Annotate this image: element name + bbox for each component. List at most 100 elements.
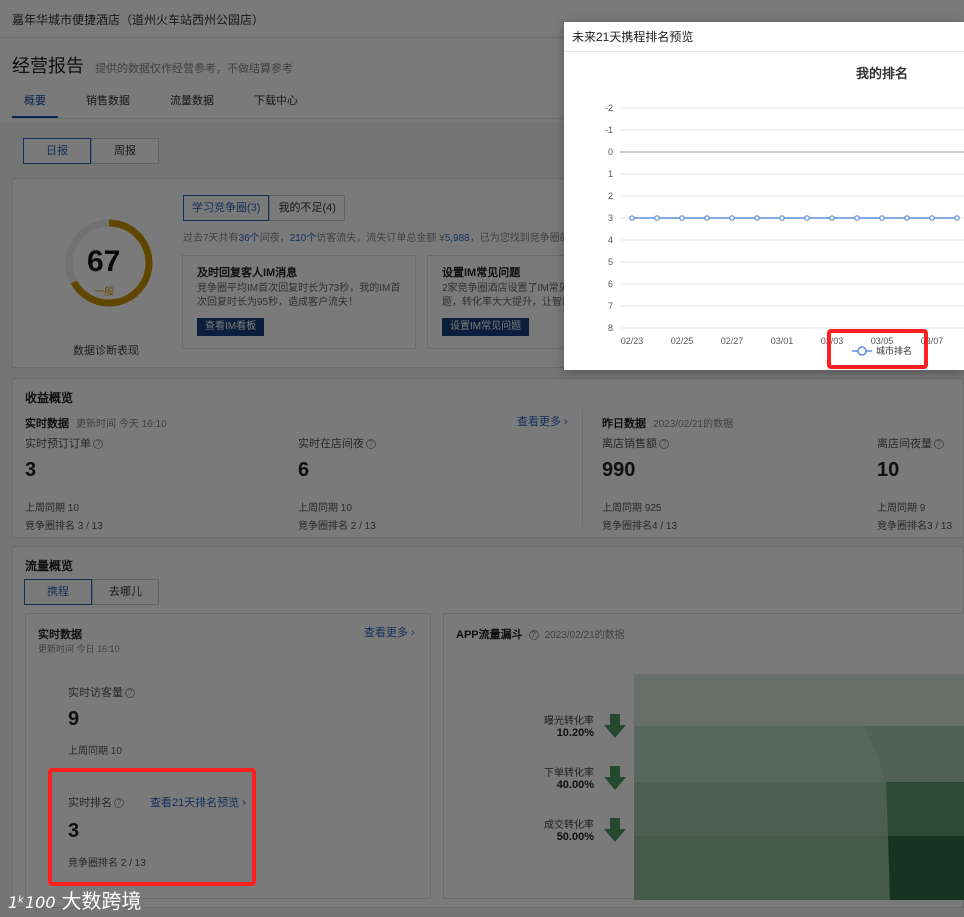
metric-prev: 上周同期 925 bbox=[602, 503, 662, 514]
revenue-see-more-link[interactable]: 查看更多 › bbox=[517, 413, 568, 429]
diagnosis-score-label: 一般 bbox=[94, 287, 114, 298]
metric-label-text: 实时预订订单 bbox=[25, 438, 91, 450]
rank-label: 竞争圈排名 bbox=[25, 521, 75, 532]
help-icon[interactable]: ? bbox=[659, 439, 669, 450]
data-point[interactable] bbox=[929, 215, 935, 221]
modal-title: 未来21天携程排名预览 bbox=[564, 22, 964, 52]
rank-highlight-box bbox=[48, 768, 256, 886]
arrow-down-icon bbox=[604, 714, 626, 738]
help-icon[interactable]: ? bbox=[366, 439, 376, 450]
source-qunar-button[interactable]: 去哪儿 bbox=[92, 579, 159, 605]
set-im-faq-button[interactable]: 设置IM常见问题 bbox=[442, 318, 530, 336]
diagnosis-score: 67 bbox=[87, 245, 121, 278]
metric-rank: 竞争圈排名3 / 13 bbox=[877, 517, 952, 532]
data-point[interactable] bbox=[829, 215, 835, 221]
traffic-see-more-link[interactable]: 查看更多 › bbox=[364, 624, 415, 640]
data-point[interactable] bbox=[654, 215, 660, 221]
data-point[interactable] bbox=[779, 215, 785, 221]
data-point[interactable] bbox=[629, 215, 635, 221]
diagnosis-summary: 过去7天共有36个间夜，210个访客流失，流失订单总金额 ¥5,988，已为您找… bbox=[183, 229, 610, 244]
chart-title: 我的排名 bbox=[856, 66, 908, 81]
help-icon[interactable]: ? bbox=[934, 439, 944, 450]
data-point[interactable] bbox=[954, 215, 960, 221]
arrow-down-icon bbox=[604, 818, 626, 842]
revenue-realtime-label: 实时数据 更新时间 今天 16:10 bbox=[25, 415, 167, 431]
watermark-text: 大数跨境 bbox=[61, 889, 142, 913]
tab-my-shortcomings[interactable]: 我的不足(4) bbox=[269, 195, 345, 221]
weekly-report-button[interactable]: 周报 bbox=[91, 138, 159, 164]
watermark: 1ᵏ100 大数跨境 bbox=[8, 885, 142, 914]
app-funnel-panel: APP流量漏斗? 2023/02/21的数据 曝光转化率 10.20% 下单转化率 4… bbox=[443, 613, 964, 900]
rank-value: 3 / 13 bbox=[77, 521, 103, 532]
revenue-overview-card: 收益概览 实时数据 更新时间 今天 16:10 查看更多 › 昨日数据 2023… bbox=[12, 378, 964, 538]
funnel-date: 2023/02/21的数据 bbox=[544, 630, 625, 641]
funnel-layer-1 bbox=[634, 674, 964, 726]
metric-label-text: 实时在店间夜 bbox=[298, 438, 364, 450]
funnel-stage: 下单转化率 40.00% bbox=[504, 764, 594, 791]
rank-label: 竞争圈排名 bbox=[602, 521, 652, 532]
help-icon[interactable]: ? bbox=[125, 688, 135, 699]
watermark-logo: 1ᵏ100 bbox=[8, 893, 56, 912]
data-point[interactable] bbox=[704, 215, 710, 221]
data-point[interactable] bbox=[804, 215, 810, 221]
metric-value: 10 bbox=[877, 459, 900, 481]
traffic-title: 流量概览 bbox=[25, 559, 74, 573]
y-tick-label: 2 bbox=[608, 191, 613, 201]
metric-value: 6 bbox=[298, 459, 310, 481]
help-icon[interactable]: ? bbox=[93, 439, 103, 450]
data-point[interactable] bbox=[679, 215, 685, 221]
source-ctrip-button[interactable]: 携程 bbox=[24, 579, 92, 605]
rank-label: 竞争圈排名 bbox=[877, 521, 927, 532]
y-tick-label: 7 bbox=[608, 301, 613, 311]
metric-value: 3 bbox=[25, 459, 37, 481]
funnel-layer-4-fill bbox=[888, 836, 964, 900]
rank-line-chart: 我的排名 -2 -1 0 1 2 3 4 5 6 7 8 02/23 02/25 02/27 03/01 0… bbox=[605, 66, 964, 356]
y-tick-label: 8 bbox=[608, 323, 613, 333]
x-tick-label: 02/23 bbox=[621, 336, 644, 346]
metric-prev: 上周同期 10 bbox=[298, 503, 352, 514]
tab-traffic[interactable]: 流量数据 bbox=[158, 92, 226, 118]
tab-sales[interactable]: 销售数据 bbox=[74, 92, 142, 118]
metric-prev: 上周同期 10 bbox=[25, 503, 79, 514]
y-tick-label: -2 bbox=[605, 103, 613, 113]
revenue-yesterday-label: 昨日数据 2023/02/21的数据 bbox=[602, 415, 733, 431]
y-tick-label: 3 bbox=[608, 213, 613, 223]
tab-downloads[interactable]: 下载中心 bbox=[242, 92, 310, 118]
help-icon[interactable]: ? bbox=[528, 630, 539, 641]
metric-rank: 竞争圈排名 3 / 13 bbox=[25, 517, 103, 532]
view-im-dashboard-button[interactable]: 查看IM看板 bbox=[197, 318, 265, 336]
legend-highlight-box bbox=[827, 329, 928, 369]
data-point[interactable] bbox=[904, 215, 910, 221]
summary-amount: 5,988 bbox=[444, 233, 470, 244]
visitors-label: 实时访客量? bbox=[68, 684, 135, 700]
metric-prev: 上周同期 9 bbox=[877, 503, 926, 514]
data-point[interactable] bbox=[729, 215, 735, 221]
diagnosis-tabs: 学习竞争圈(3) 我的不足(4) bbox=[183, 195, 345, 221]
data-point[interactable] bbox=[879, 215, 885, 221]
funnel-stage: 曝光转化率 10.20% bbox=[504, 712, 594, 739]
funnel-title: APP流量漏斗? 2023/02/21的数据 bbox=[456, 626, 625, 642]
data-point[interactable] bbox=[754, 215, 760, 221]
summary-mid2: 访客流失，流失订单总金额 ¥ bbox=[316, 233, 445, 244]
traffic-source-toggle: 携程 去哪儿 bbox=[24, 579, 159, 605]
tip-card-im-reply: 及时回复客人IM消息 竞争圈平均IM首次回复时长为73秒，我的IM首次回复时长为… bbox=[182, 255, 416, 349]
funnel-stage: 成交转化率 50.00% bbox=[504, 816, 594, 843]
daily-report-button[interactable]: 日报 bbox=[23, 138, 91, 164]
funnel-stage-label: 下单转化率 bbox=[544, 768, 594, 779]
funnel-stage-label: 成交转化率 bbox=[544, 820, 594, 831]
tab-overview[interactable]: 概要 bbox=[12, 92, 58, 118]
rank-value: 3 / 13 bbox=[927, 521, 953, 532]
rank-label: 竞争圈排名 bbox=[298, 521, 348, 532]
rank-value: 4 / 13 bbox=[652, 521, 678, 532]
summary-mid: 间夜， bbox=[259, 233, 290, 244]
yesterday-label-text: 昨日数据 bbox=[602, 418, 646, 430]
page-title: 经营报告 bbox=[12, 56, 84, 76]
series-city-rank bbox=[629, 215, 960, 221]
tab-learn-competitors[interactable]: 学习竞争圈(3) bbox=[183, 195, 270, 221]
visitors-label-text: 实时访客量 bbox=[68, 687, 123, 699]
metric-rank: 竞争圈排名4 / 13 bbox=[602, 517, 677, 532]
metric-label-text: 离店销售额 bbox=[602, 438, 657, 450]
summary-prefix: 过去7天共有 bbox=[183, 233, 239, 244]
data-point[interactable] bbox=[854, 215, 860, 221]
x-tick-label: 02/27 bbox=[721, 336, 744, 346]
